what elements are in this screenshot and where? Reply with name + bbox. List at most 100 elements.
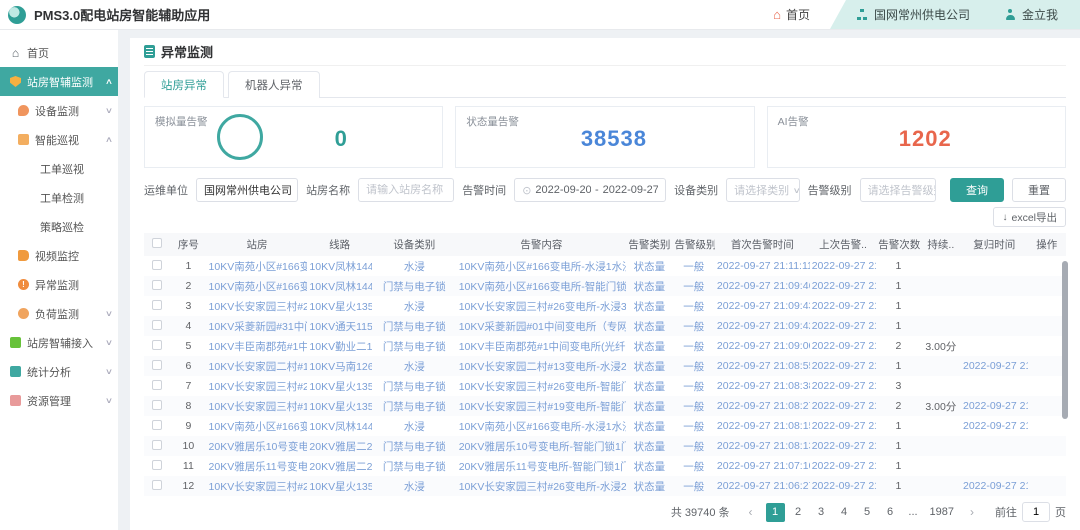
cell-reset_time[interactable]: 2022-09-27 21:	[961, 476, 1028, 496]
station-input[interactable]	[366, 184, 446, 196]
cell-content[interactable]: 10KV长安家园三村#26变电所-水浸2水浸状	[457, 476, 626, 496]
cell-line[interactable]: 10KV马南126线	[307, 356, 372, 376]
cell-station[interactable]: 10KV长安家园三村#26变	[207, 476, 308, 496]
cell-device[interactable]: 门禁与电子锁	[372, 376, 457, 396]
cell-station[interactable]: 20KV雅居乐10号变电所	[207, 436, 308, 456]
cell-first_time[interactable]: 2022-09-27 21:08:13	[715, 436, 810, 456]
cell-last_time[interactable]: 2022-09-27 21:1	[810, 256, 877, 276]
sidebar-item-work-order-check[interactable]: 工单检测	[0, 183, 118, 212]
page-button-3[interactable]: 3	[812, 503, 831, 522]
cell-last_time[interactable]: 2022-09-27 21:0	[810, 436, 877, 456]
cell-line[interactable]: 10KV星火135线	[307, 396, 372, 416]
cell-content[interactable]: 10KV南苑小区#166变电所-水浸1水浸状态:	[457, 416, 626, 436]
cell-first_time[interactable]: 2022-09-27 21:07:10	[715, 456, 810, 476]
cell-device[interactable]: 门禁与电子锁	[372, 336, 457, 356]
cell-device[interactable]: 水浸	[372, 416, 457, 436]
cell-station[interactable]: 10KV南苑小区#166变电	[207, 256, 308, 276]
sidebar-item-home[interactable]: ⌂首页	[0, 38, 118, 67]
row-checkbox[interactable]	[152, 360, 162, 370]
cell-device[interactable]: 水浸	[372, 256, 457, 276]
cell-last_time[interactable]: 2022-09-27 21:0	[810, 456, 877, 476]
page-button-5[interactable]: 5	[858, 503, 877, 522]
time-range-picker[interactable]: ⊙ 2022-09-20 00:00:00 - 2022-09-27 23:59…	[514, 178, 666, 202]
level-select[interactable]: 请选择告警级别 ∨	[860, 178, 936, 202]
row-checkbox[interactable]	[152, 340, 162, 350]
goto-page-input[interactable]	[1022, 502, 1050, 522]
cell-station[interactable]: 10KV长安家园三村#26变	[207, 376, 308, 396]
cell-station[interactable]: 10KV长安家园三村#19变	[207, 396, 308, 416]
cell-line[interactable]: 10KV凤林144线	[307, 256, 372, 276]
cell-station[interactable]: 10KV长安家园二村#13变	[207, 356, 308, 376]
cell-reset_time[interactable]: 2022-09-27 21:	[961, 396, 1028, 416]
cell-line[interactable]: 20KV雅居二226线,20	[307, 456, 372, 476]
cell-content[interactable]: 10KV长安家园三村#26变电所-水浸3水浸状态	[457, 296, 626, 316]
row-checkbox[interactable]	[152, 260, 162, 270]
cell-content[interactable]: 10KV长安家园二村#13变电所-水浸2水浸状	[457, 356, 626, 376]
cell-last_time[interactable]: 2022-09-27 21:0	[810, 476, 877, 496]
page-button-4[interactable]: 4	[835, 503, 854, 522]
cell-category[interactable]: 状态量	[626, 336, 672, 356]
row-checkbox[interactable]	[152, 460, 162, 470]
sidebar-item-station-smart-monitor[interactable]: 站房智辅监测∧	[0, 67, 118, 96]
cell-station[interactable]: 10KV长安家园三村#26变	[207, 296, 308, 316]
cell-device[interactable]: 水浸	[372, 476, 457, 496]
cell-line[interactable]: 10KV凤林144线	[307, 276, 372, 296]
cell-reset_time[interactable]: 2022-09-27 21:	[961, 416, 1028, 436]
cell-last_time[interactable]: 2022-09-27 21:0	[810, 316, 877, 336]
cell-line[interactable]: 10KV凤林144线	[307, 416, 372, 436]
cell-level[interactable]: 一般	[673, 296, 715, 316]
page-button-1[interactable]: 1	[766, 503, 785, 522]
next-page-button[interactable]: ›	[963, 505, 981, 519]
cell-device[interactable]: 水浸	[372, 356, 457, 376]
cell-category[interactable]: 状态量	[626, 256, 672, 276]
cell-device[interactable]: 门禁与电子锁	[372, 436, 457, 456]
sidebar-item-video-monitor[interactable]: 视频监控	[0, 241, 118, 270]
cell-station[interactable]: 10KV丰臣南郡苑#1中间	[207, 336, 308, 356]
cell-station[interactable]: 10KV采菱新园#31中间变	[207, 316, 308, 336]
cell-level[interactable]: 一般	[673, 276, 715, 296]
cell-station[interactable]: 20KV雅居乐11号变电所	[207, 456, 308, 476]
cell-first_time[interactable]: 2022-09-27 21:08:15	[715, 416, 810, 436]
cell-device[interactable]: 水浸	[372, 296, 457, 316]
row-checkbox[interactable]	[152, 440, 162, 450]
cell-last_time[interactable]: 2022-09-27 21:0	[810, 276, 877, 296]
cell-device[interactable]: 门禁与电子锁	[372, 316, 457, 336]
cell-last_time[interactable]: 2022-09-27 21:0	[810, 416, 877, 436]
cell-last_time[interactable]: 2022-09-27 21:0	[810, 296, 877, 316]
row-checkbox[interactable]	[152, 280, 162, 290]
cell-first_time[interactable]: 2022-09-27 21:09:00	[715, 336, 810, 356]
reset-button[interactable]: 重置	[1012, 178, 1066, 202]
cell-category[interactable]: 状态量	[626, 436, 672, 456]
prev-page-button[interactable]: ‹	[742, 505, 760, 519]
cell-category[interactable]: 状态量	[626, 376, 672, 396]
cell-category[interactable]: 状态量	[626, 476, 672, 496]
cell-line[interactable]: 10KV通天115线,10K	[307, 316, 372, 336]
cell-device[interactable]: 门禁与电子锁	[372, 276, 457, 296]
cell-level[interactable]: 一般	[673, 336, 715, 356]
cell-station[interactable]: 10KV南苑小区#166变电	[207, 276, 308, 296]
cell-category[interactable]: 状态量	[626, 296, 672, 316]
sidebar-item-stats-analysis[interactable]: 统计分析∨	[0, 357, 118, 386]
cell-line[interactable]: 20KV雅居二226线,20	[307, 436, 372, 456]
page-button-6[interactable]: 6	[881, 503, 900, 522]
cell-content[interactable]: 20KV雅居乐10号变电所-智能门锁1门禁事件	[457, 436, 626, 456]
sidebar-item-load-monitor[interactable]: 负荷监测∨	[0, 299, 118, 328]
cell-level[interactable]: 一般	[673, 456, 715, 476]
cell-first_time[interactable]: 2022-09-27 21:09:43	[715, 296, 810, 316]
sidebar-item-strategy-patrol[interactable]: 策略巡检	[0, 212, 118, 241]
row-checkbox[interactable]	[152, 480, 162, 490]
excel-export-button[interactable]: ↓ excel导出	[993, 207, 1066, 227]
cell-level[interactable]: 一般	[673, 416, 715, 436]
sidebar-item-work-order-patrol[interactable]: 工单巡视	[0, 154, 118, 183]
page-button-1987[interactable]: 1987	[927, 503, 957, 522]
cell-level[interactable]: 一般	[673, 376, 715, 396]
cell-category[interactable]: 状态量	[626, 316, 672, 336]
sidebar-item-device-monitor[interactable]: 设备监测∨	[0, 96, 118, 125]
cell-last_time[interactable]: 2022-09-27 21:1	[810, 396, 877, 416]
cell-first_time[interactable]: 2022-09-27 21:11:11	[715, 256, 810, 276]
page-button-2[interactable]: 2	[789, 503, 808, 522]
cell-level[interactable]: 一般	[673, 476, 715, 496]
cell-line[interactable]: 10KV星火135线	[307, 376, 372, 396]
cell-content[interactable]: 10KV采菱新园#01中间变电所（专网三遥）-	[457, 316, 626, 336]
unit-select[interactable]: 国网常州供电公司 ∨	[196, 178, 298, 202]
